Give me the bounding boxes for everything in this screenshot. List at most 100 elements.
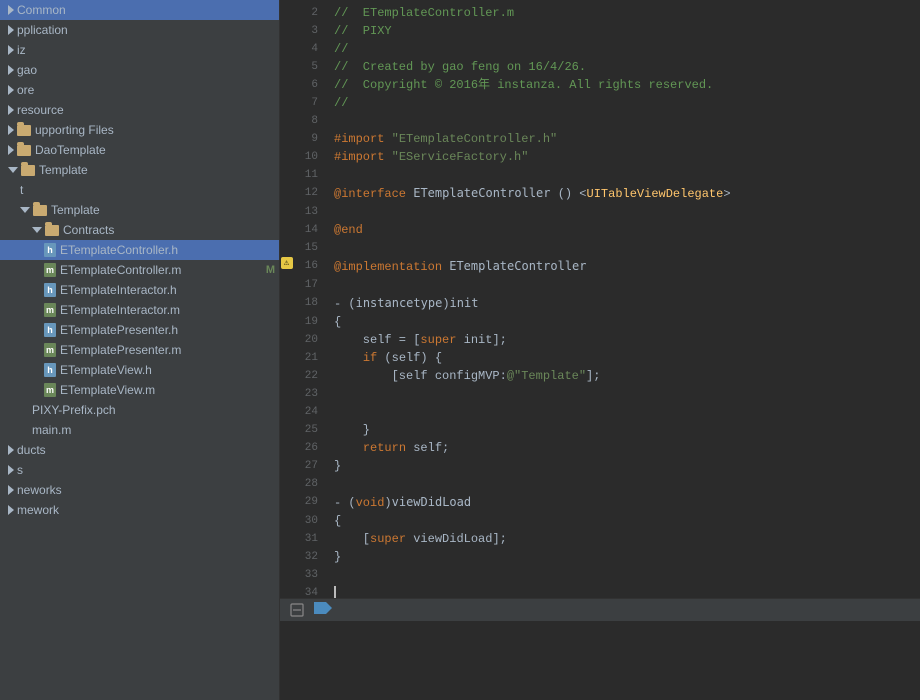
code-line-21: 21 if (self) { [280, 349, 920, 367]
line-content: - (void)viewDidLoad [326, 493, 920, 512]
line-content: [self configMVP:@"Template"]; [326, 367, 920, 385]
sidebar-item-etemplate-interactor-h[interactable]: h ETemplateInteractor.h [0, 280, 279, 300]
sidebar-item-etemplate-controller-h[interactable]: h ETemplateController.h [0, 240, 279, 260]
code-line-3: 3 // PIXY [280, 22, 920, 40]
code-line-9: 9 #import "ETemplateController.h" [280, 130, 920, 148]
code-line-29: 29 - (void)viewDidLoad [280, 493, 920, 512]
code-line-32: 32 } [280, 548, 920, 566]
line-gutter: ⚠ [280, 257, 296, 269]
line-number: 18 [296, 294, 326, 312]
sidebar-item-etemplate-view-m[interactable]: m ETemplateView.m [0, 380, 279, 400]
sidebar-item-iz[interactable]: iz [0, 40, 279, 60]
line-content: } [326, 548, 920, 566]
code-line-18: 18 - (instancetype)init [280, 294, 920, 313]
sidebar-label: ducts [17, 443, 46, 457]
sidebar-item-resource[interactable]: resource [0, 100, 279, 120]
line-number: 29 [296, 493, 326, 511]
sidebar-item-mework[interactable]: mework [0, 500, 279, 520]
sidebar-item-supporting[interactable]: upporting Files [0, 120, 279, 140]
sidebar-item-s[interactable]: s [0, 460, 279, 480]
line-content: @interface ETemplateController () <UITab… [326, 184, 920, 203]
code-line-6: 6 // Copyright © 2016年 instanza. All rig… [280, 76, 920, 94]
m-file-icon: m [44, 343, 56, 357]
line-number: 28 [296, 475, 326, 493]
line-number: 8 [296, 112, 326, 130]
warning-icon: ⚠ [281, 257, 293, 269]
code-line-26: 26 return self; [280, 439, 920, 457]
line-content: { [326, 313, 920, 331]
m-file-icon: m [44, 383, 56, 397]
code-line-24: 24 [280, 403, 920, 421]
expand-icon [8, 167, 18, 173]
sidebar-item-contracts[interactable]: Contracts [0, 220, 279, 240]
code-editor[interactable]: 2 // ETemplateController.m 3 // PIXY 4 /… [280, 0, 920, 598]
sidebar-item-gao[interactable]: gao [0, 60, 279, 80]
code-line-5: 5 // Created by gao feng on 16/4/26. [280, 58, 920, 76]
expand-icon [8, 45, 14, 55]
sidebar-item-template-top[interactable]: Template [0, 160, 279, 180]
line-number: 24 [296, 403, 326, 421]
sidebar-item-application[interactable]: pplication [0, 20, 279, 40]
sidebar-label: s [17, 463, 23, 477]
sidebar-item-t[interactable]: t [0, 180, 279, 200]
line-number: 13 [296, 203, 326, 221]
line-content: // [326, 40, 920, 58]
line-number: 21 [296, 349, 326, 367]
line-number: 16 [296, 257, 326, 275]
sidebar-label: neworks [17, 483, 62, 497]
code-line-34: 34 [280, 584, 920, 598]
sidebar-item-main[interactable]: main.m [0, 420, 279, 440]
sidebar-label: gao [17, 63, 37, 77]
folder-icon [33, 205, 47, 216]
line-number: 7 [296, 94, 326, 112]
line-content: return self; [326, 439, 920, 457]
line-content: // Copyright © 2016年 instanza. All right… [326, 76, 920, 94]
sidebar-item-ore[interactable]: ore [0, 80, 279, 100]
line-content: @end [326, 221, 920, 239]
modified-badge: M [266, 264, 275, 276]
expand-icon [32, 227, 42, 233]
sidebar-item-dao-template[interactable]: DaoTemplate [0, 140, 279, 160]
line-number: 25 [296, 421, 326, 439]
code-line-2: 2 // ETemplateController.m [280, 4, 920, 22]
code-line-10: 10 #import "EServiceFactory.h" [280, 148, 920, 166]
tag-icon [314, 602, 332, 617]
code-line-30: 30 { [280, 512, 920, 530]
expand-icon [8, 85, 14, 95]
line-number: 31 [296, 530, 326, 548]
sidebar-item-common[interactable]: Common [0, 0, 279, 20]
collapse-icon[interactable] [288, 601, 306, 619]
line-content: } [326, 457, 920, 475]
line-number: 32 [296, 548, 326, 566]
sidebar-item-ducts[interactable]: ducts [0, 440, 279, 460]
line-number: 5 [296, 58, 326, 76]
m-file-icon: m [44, 263, 56, 277]
sidebar-item-etemplate-presenter-h[interactable]: h ETemplatePresenter.h [0, 320, 279, 340]
main-area: 2 // ETemplateController.m 3 // PIXY 4 /… [280, 0, 920, 700]
sidebar-label: pplication [17, 23, 68, 37]
code-line-19: 19 { [280, 313, 920, 331]
h-file-icon: h [44, 283, 56, 297]
line-number: 3 [296, 22, 326, 40]
sidebar-item-etemplate-controller-m[interactable]: m ETemplateController.m M [0, 260, 279, 280]
sidebar-item-pixy-prefix[interactable]: PIXY-Prefix.pch [0, 400, 279, 420]
sidebar-item-etemplate-view-h[interactable]: h ETemplateView.h [0, 360, 279, 380]
code-line-17: 17 [280, 276, 920, 294]
sidebar-label: ETemplatePresenter.m [60, 343, 181, 357]
sidebar-item-template[interactable]: Template [0, 200, 279, 220]
line-number: 27 [296, 457, 326, 475]
sidebar-item-etemplate-interactor-m[interactable]: m ETemplateInteractor.m [0, 300, 279, 320]
line-content: } [326, 421, 920, 439]
status-bar [280, 598, 920, 620]
code-line-12: 12 @interface ETemplateController () <UI… [280, 184, 920, 203]
sidebar-label: main.m [32, 423, 71, 437]
sidebar-label: ETemplateView.m [60, 383, 155, 397]
code-line-4: 4 // [280, 40, 920, 58]
sidebar-item-neworks[interactable]: neworks [0, 480, 279, 500]
sidebar-label: DaoTemplate [35, 143, 106, 157]
expand-icon [8, 5, 14, 15]
sidebar-item-etemplate-presenter-m[interactable]: m ETemplatePresenter.m [0, 340, 279, 360]
sidebar-label: ETemplateInteractor.m [60, 303, 180, 317]
sidebar-label: mework [17, 503, 59, 517]
line-number: 4 [296, 40, 326, 58]
